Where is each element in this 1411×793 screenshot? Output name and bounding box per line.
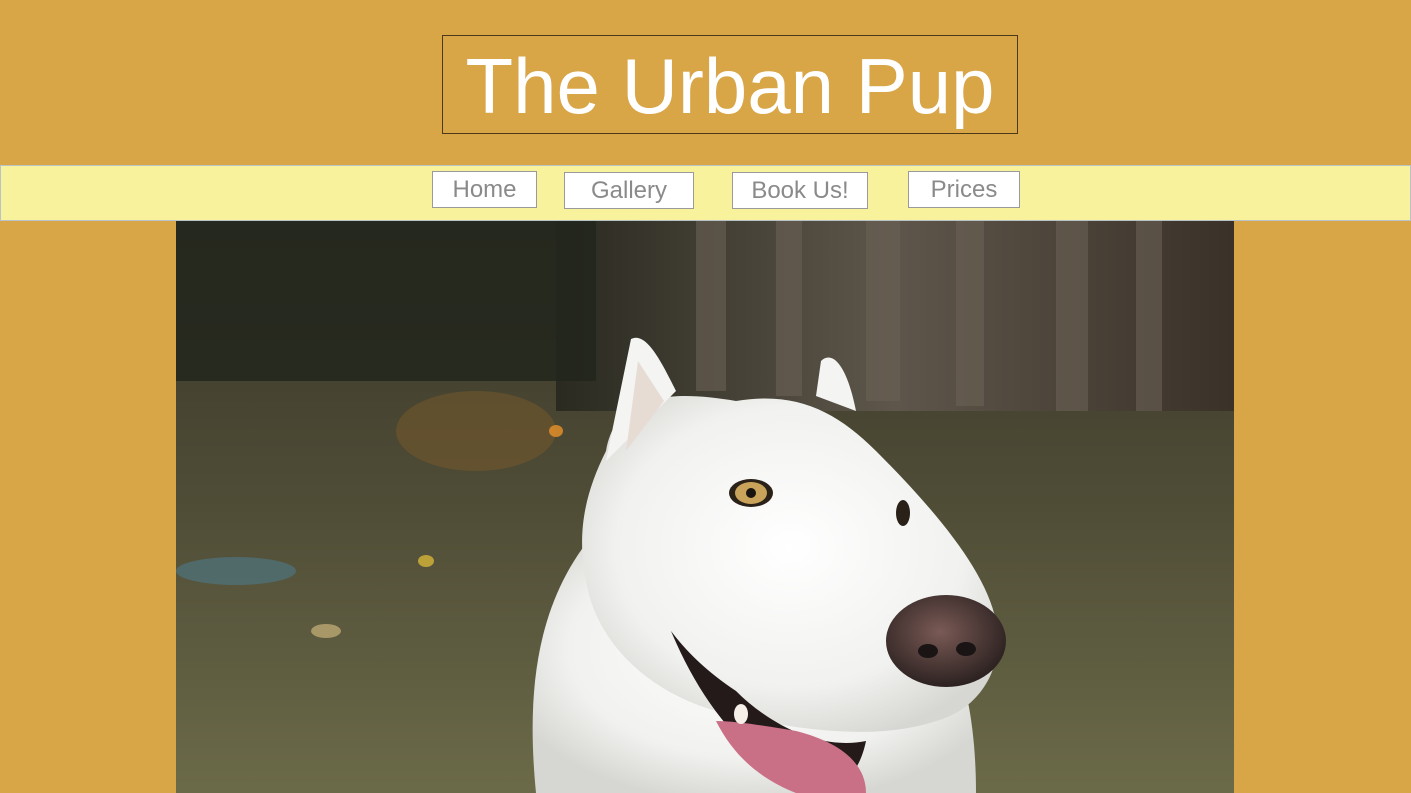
nav-book-us-button[interactable]: Book Us! — [732, 172, 868, 209]
hero-dog-photo — [176, 221, 1234, 793]
site-title: The Urban Pup — [465, 41, 995, 130]
nav-prices-button[interactable]: Prices — [908, 171, 1020, 208]
site-header: The Urban Pup — [0, 0, 1411, 165]
nav-gallery-button[interactable]: Gallery — [564, 172, 694, 209]
site-title-box: The Urban Pup — [442, 35, 1018, 134]
nav-home-button[interactable]: Home — [432, 171, 537, 208]
nav-bar: Home Gallery Book Us! Prices — [0, 165, 1411, 221]
white-dog-photo-icon — [176, 221, 1234, 793]
